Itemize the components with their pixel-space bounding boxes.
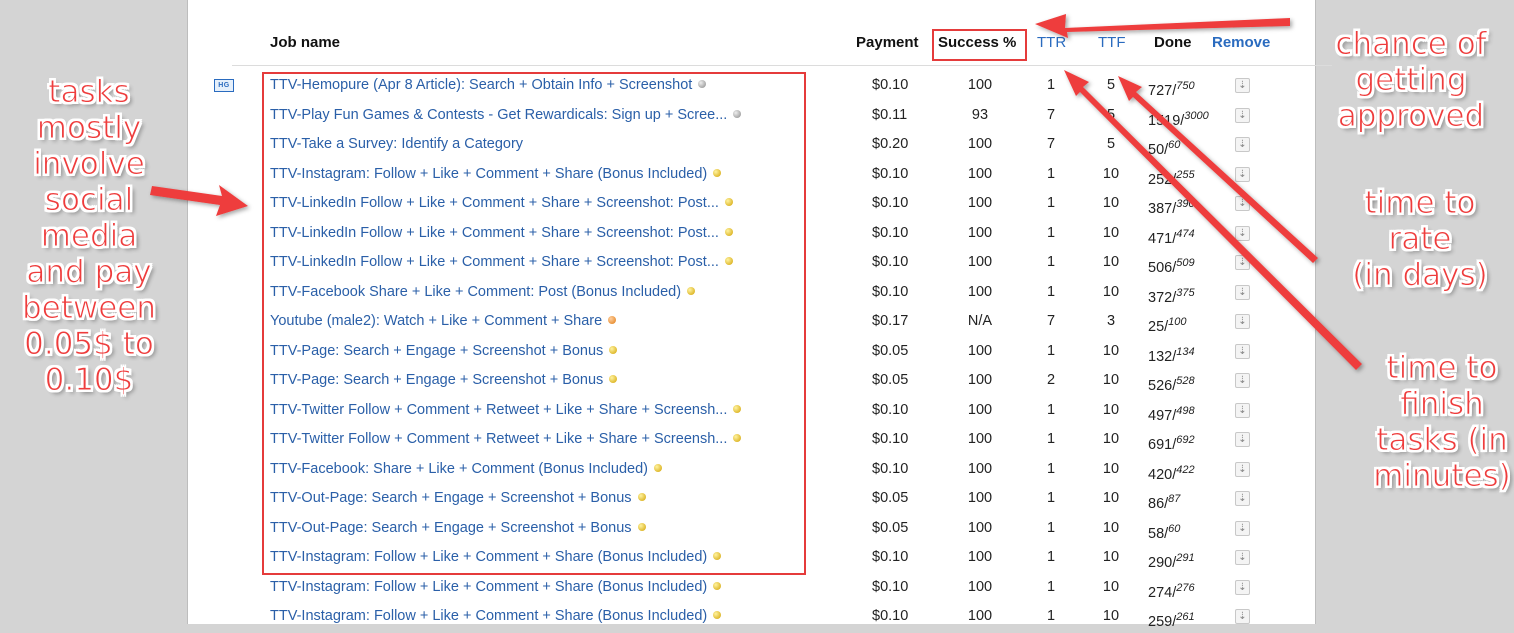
note-line: mostly [36, 110, 142, 147]
annotation-ttr-note: time to rate (in days) [1330, 185, 1510, 294]
note-line: minutes) [1373, 458, 1512, 495]
note-line: media [40, 218, 138, 255]
note-line: 0.05$ to [24, 326, 155, 363]
note-line: and pay [26, 254, 152, 291]
annotation-arrows [150, 14, 1362, 370]
note-line: between [21, 290, 157, 327]
note-line: involve [33, 146, 146, 183]
note-line: tasks [48, 74, 130, 111]
annotation-ttf-note: time to finish tasks (in minutes) [1370, 350, 1514, 495]
note-line: (in days) [1352, 257, 1488, 294]
arrow-to-ttr-icon [1064, 70, 1362, 370]
note-line: chance of [1335, 26, 1487, 63]
note-line: approved [1337, 98, 1485, 135]
arrow-to-jobs-icon [150, 185, 248, 216]
note-line: 0.10$ [44, 362, 134, 399]
annotation-approval-note: chance of getting approved [1326, 26, 1496, 135]
note-line: time to [1386, 350, 1498, 387]
note-line: social [44, 182, 134, 219]
note-line: getting [1355, 62, 1467, 99]
arrow-to-ttf-icon [1118, 76, 1318, 263]
arrow-to-success-icon [1035, 14, 1290, 38]
note-line: time to rate [1364, 185, 1476, 258]
note-line: finish [1400, 386, 1485, 423]
note-line: tasks (in [1376, 422, 1509, 459]
annotation-social-media-note: tasks mostly involve social media and pay betw… [14, 74, 164, 399]
